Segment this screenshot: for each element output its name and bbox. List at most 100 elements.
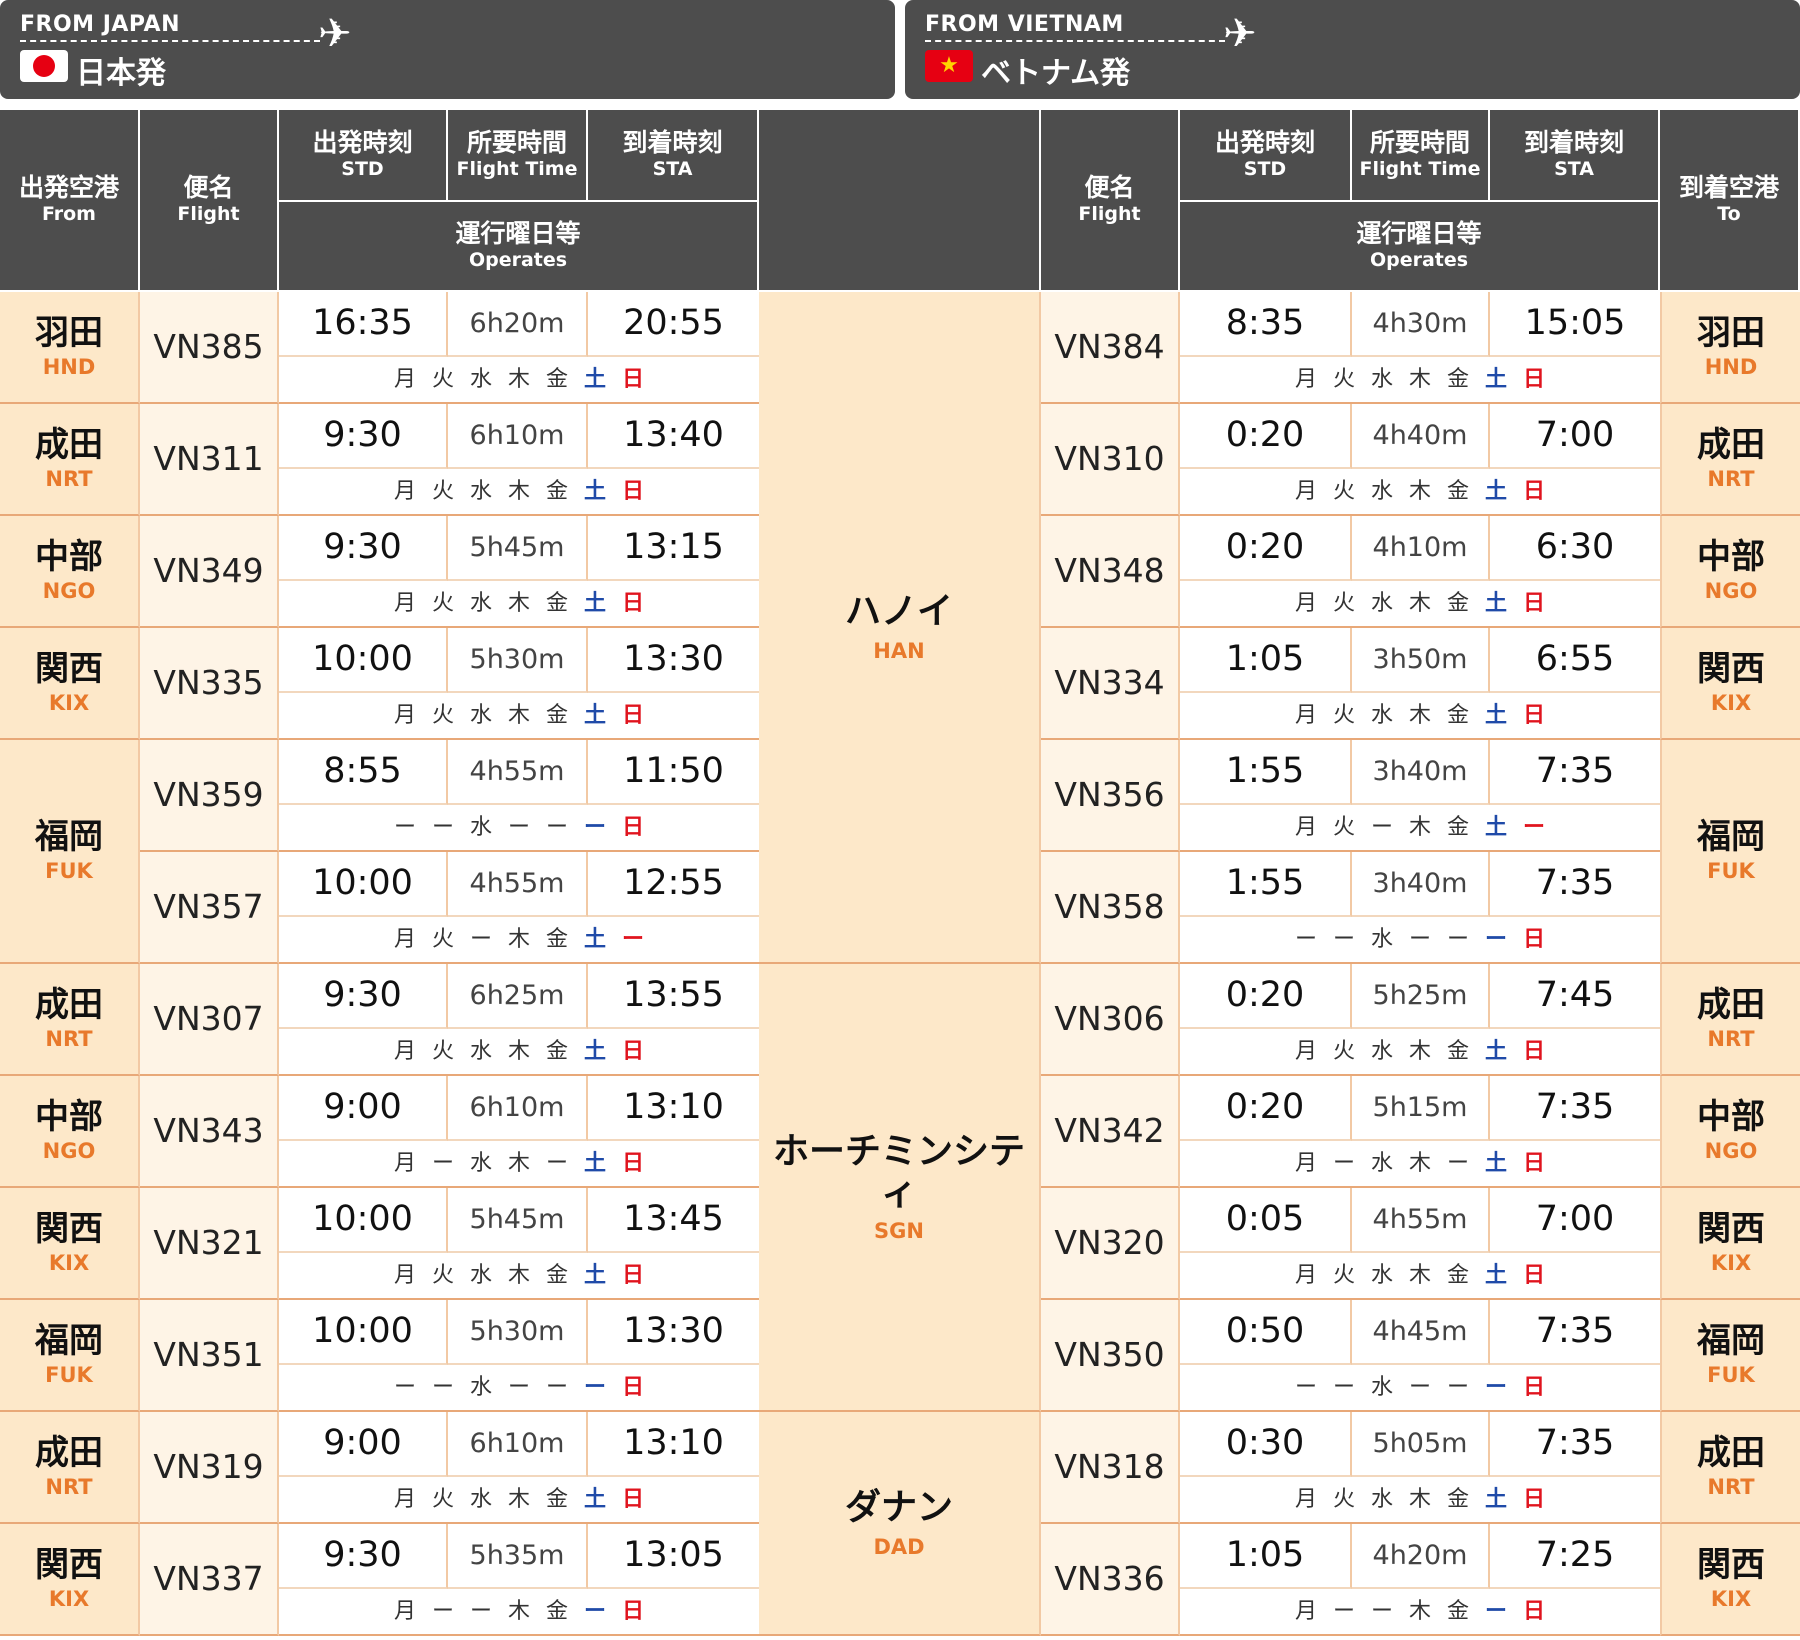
departure-time-text: 0:20 (1225, 527, 1305, 568)
header-std-ja: 出発時刻 (312, 127, 413, 157)
departure-time-text: 0:20 (1225, 1087, 1305, 1128)
arrival-time: 7:45 (1490, 964, 1660, 1029)
weekday-mark: ー (1446, 1150, 1469, 1176)
flight-duration: 4h20m (1352, 1524, 1490, 1589)
city-name: ダナン (844, 1487, 953, 1529)
weekday-mark: 火 (431, 1486, 454, 1512)
arrival-time-text: 13:10 (623, 1423, 724, 1464)
departure-time: 1:55 (1180, 740, 1352, 805)
weekday-mark: 金 (1446, 1486, 1469, 1512)
arrival-time-text: 7:25 (1535, 1535, 1615, 1576)
weekday-mark: ー (1370, 1598, 1393, 1624)
airport-name: 羽田 (35, 313, 103, 354)
header-flight-time-en: Flight Time (1359, 158, 1481, 181)
weekday-mark: ー (1484, 926, 1507, 952)
flight-duration: 5h30m (448, 628, 588, 693)
arrival-time-text: 7:35 (1535, 863, 1615, 904)
flight-duration: 6h20m (448, 292, 588, 357)
departure-airport: 成田 NRT (0, 404, 140, 516)
airport-name: 成田 (35, 985, 103, 1026)
weekday-mark: 日 (621, 1374, 644, 1400)
header-flight-time: 所要時間 Flight Time (1352, 110, 1490, 202)
departure-airport: 成田 NRT (0, 1412, 140, 1524)
weekday-mark: ー (621, 926, 644, 952)
flight-number-text: VN334 (1054, 663, 1165, 703)
dashed-route-line (925, 40, 1225, 42)
arrival-time-text: 13:30 (623, 639, 724, 680)
arrival-time-text: 11:50 (623, 751, 724, 792)
flight-number: VN348 (1041, 516, 1180, 628)
airport-code: NRT (1707, 1475, 1755, 1500)
weekday-mark: ー (431, 814, 454, 840)
airport-name: 中部 (1697, 1097, 1765, 1138)
operating-days: 月火水木金土日 (1180, 581, 1660, 628)
flight-duration-text: 5h30m (469, 643, 565, 675)
flight-duration-text: 4h45m (1372, 1315, 1468, 1347)
weekday-mark: 月 (1294, 1150, 1317, 1176)
weekday-mark: 火 (431, 1038, 454, 1064)
flight-number-text: VN359 (153, 775, 264, 815)
departure-time-text: 10:00 (312, 1199, 413, 1240)
departure-airport: 関西 KIX (0, 1524, 140, 1636)
arrival-airport: 成田 NRT (1660, 404, 1800, 516)
flight-duration: 5h05m (1352, 1412, 1490, 1477)
arrival-airport: 中部 NGO (1660, 516, 1800, 628)
flight-number: VN311 (140, 404, 279, 516)
departure-time: 16:35 (279, 292, 448, 357)
airport-name: 関西 (35, 649, 103, 690)
weekday-mark: 土 (583, 1150, 606, 1176)
flight-number-text: VN306 (1054, 999, 1165, 1039)
arrival-time: 7:00 (1490, 404, 1660, 469)
flight-number: VN356 (1041, 740, 1180, 852)
weekday-mark: 水 (1370, 1486, 1393, 1512)
weekday-mark: 水 (469, 1374, 492, 1400)
weekday-mark: ー (1294, 1374, 1317, 1400)
departure-airport: 成田 NRT (0, 964, 140, 1076)
flight-number-text: VN384 (1054, 327, 1165, 367)
weekday-mark: ー (1332, 1374, 1355, 1400)
weekday-mark: 金 (545, 1038, 568, 1064)
departure-time-text: 9:00 (323, 1087, 402, 1128)
header-flight: 便名 Flight (140, 110, 279, 292)
weekday-mark: 金 (1446, 590, 1469, 616)
weekday-mark: 金 (545, 1486, 568, 1512)
flight-duration: 4h55m (448, 740, 588, 805)
flight-number: VN320 (1041, 1188, 1180, 1300)
operating-days: 月ー水木ー土日 (279, 1141, 759, 1188)
weekday-mark: 日 (1522, 702, 1545, 728)
weekday-mark: 水 (1370, 1150, 1393, 1176)
arrival-time: 13:30 (588, 628, 759, 693)
header-sta: 到着時刻 STA (1490, 110, 1660, 202)
arrival-time: 7:35 (1490, 852, 1660, 917)
weekday-mark: 土 (1484, 1486, 1507, 1512)
weekday-mark: 土 (1484, 590, 1507, 616)
operating-days: ーー水ーーー日 (279, 805, 759, 852)
weekday-mark: 月 (1294, 478, 1317, 504)
flight-number: VN310 (1041, 404, 1180, 516)
weekday-mark: 火 (1332, 366, 1355, 392)
header-operates: 運行曜日等 Operates (279, 202, 759, 292)
weekday-mark: 水 (469, 366, 492, 392)
operating-days: 月火水木金土日 (1180, 1253, 1660, 1300)
weekday-mark: 金 (1446, 1038, 1469, 1064)
flight-number: VN342 (1041, 1076, 1180, 1188)
weekday-mark: 月 (393, 590, 416, 616)
arrival-airport: 成田 NRT (1660, 964, 1800, 1076)
weekday-mark: 金 (1446, 814, 1469, 840)
weekday-mark: 木 (507, 478, 530, 504)
flight-duration: 5h15m (1352, 1076, 1490, 1141)
weekday-mark: 月 (1294, 1038, 1317, 1064)
arrival-time: 13:10 (588, 1076, 759, 1141)
operating-days: 月火水木金土日 (1180, 469, 1660, 516)
header-flight-en: Flight (1078, 203, 1141, 226)
weekday-mark: ー (507, 1374, 530, 1400)
airport-name: 中部 (35, 1097, 103, 1138)
weekday-mark: 木 (507, 1486, 530, 1512)
arrival-time-text: 7:35 (1535, 1423, 1615, 1464)
airport-name: 成田 (1697, 985, 1765, 1026)
arrival-time-text: 13:10 (623, 1087, 724, 1128)
operating-days: 月火水木金土日 (1180, 357, 1660, 404)
weekday-mark: ー (1446, 1374, 1469, 1400)
departure-time: 9:00 (279, 1412, 448, 1477)
arrival-time: 7:35 (1490, 740, 1660, 805)
